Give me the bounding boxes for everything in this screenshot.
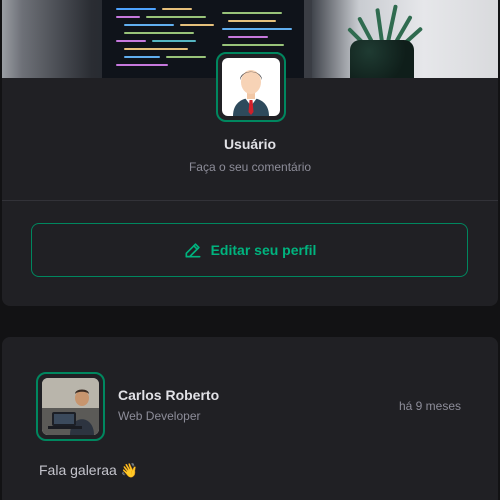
edit-profile-button[interactable]: Editar seu perfil (31, 223, 468, 277)
post-author-role: Web Developer (118, 409, 201, 423)
profile-name: Usuário (223, 136, 277, 152)
edit-profile-label: Editar seu perfil (210, 242, 317, 258)
post-timestamp: há 9 meses (398, 399, 461, 413)
post-content: Fala galeraa 👋 (39, 462, 139, 478)
plant-pot (350, 40, 414, 78)
profile-avatar[interactable] (216, 52, 286, 122)
profile-subtitle: Faça o seu comentário (188, 160, 312, 174)
post-author-name[interactable]: Carlos Roberto (118, 387, 219, 403)
post-author-avatar[interactable] (36, 372, 105, 441)
divider (2, 200, 498, 201)
author-photo (42, 378, 99, 435)
pencil-icon (185, 243, 201, 258)
user-avatar-icon (233, 70, 269, 116)
page: Usuário Faça o seu comentário Editar seu… (0, 0, 500, 500)
profile-card: Usuário Faça o seu comentário Editar seu… (2, 0, 498, 306)
post-card: Carlos Roberto Web Developer há 9 meses … (2, 337, 498, 500)
